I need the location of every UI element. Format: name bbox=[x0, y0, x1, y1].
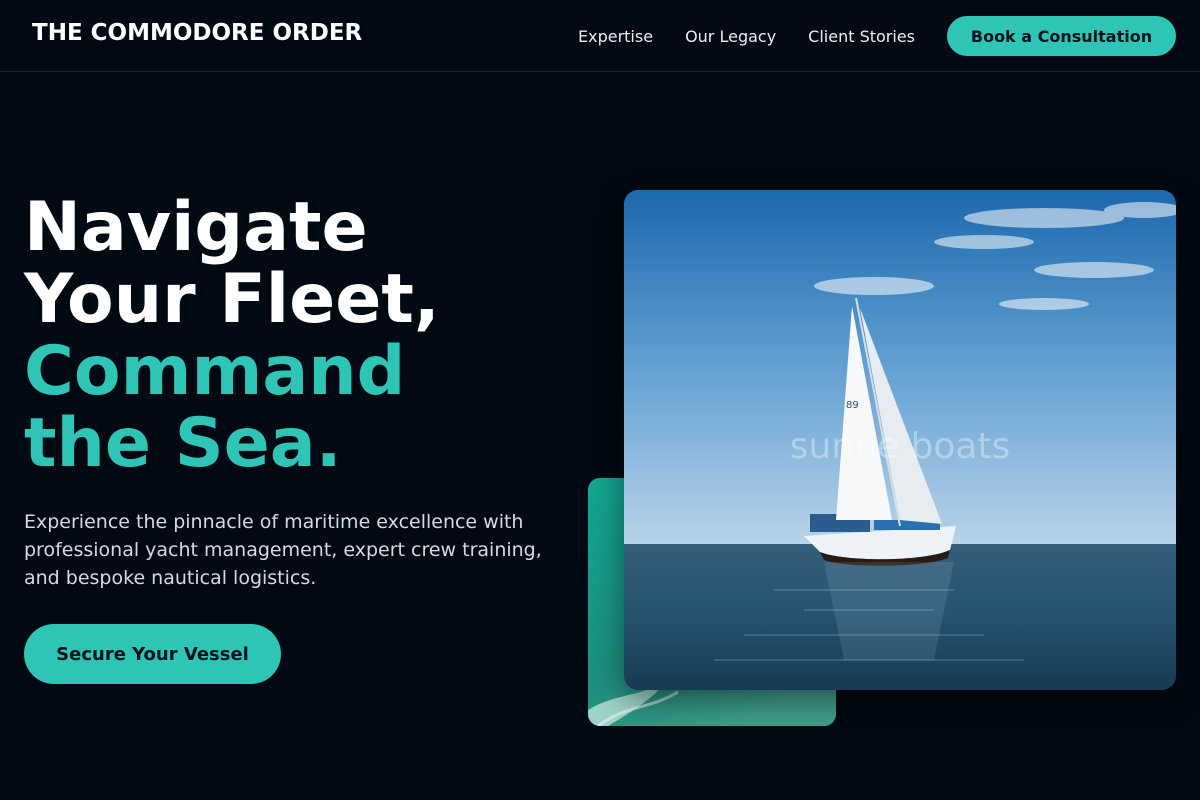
book-consultation-button[interactable]: Book a Consultation bbox=[947, 16, 1176, 56]
nav-link-our-legacy[interactable]: Our Legacy bbox=[685, 27, 776, 46]
sail-number: 89 bbox=[846, 400, 859, 411]
hero-lead-text: Experience the pinnacle of maritime exce… bbox=[24, 511, 542, 589]
secure-vessel-button[interactable]: Secure Your Vessel bbox=[24, 624, 281, 684]
image-watermark: sunne boats bbox=[789, 426, 1011, 467]
hero-headline: Navigate Your Fleet, Command the Sea. bbox=[24, 192, 584, 480]
headline-accent-line-2: the Sea. bbox=[24, 404, 342, 483]
nav-link-client-stories[interactable]: Client Stories bbox=[808, 27, 915, 46]
nav-link-expertise[interactable]: Expertise bbox=[578, 27, 653, 46]
headline-accent-line-1: Command bbox=[24, 332, 406, 411]
brand-logo[interactable]: THE COMMODORE ORDER bbox=[32, 20, 362, 46]
sailboat-image: 89 sunne boats bbox=[624, 190, 1176, 690]
headline-line-1: Navigate bbox=[24, 188, 368, 267]
site-header: THE COMMODORE ORDER Expertise Our Legacy… bbox=[0, 0, 1200, 72]
headline-line-2: Your Fleet, bbox=[24, 260, 440, 339]
main-nav: Expertise Our Legacy Client Stories Book… bbox=[578, 16, 1176, 56]
